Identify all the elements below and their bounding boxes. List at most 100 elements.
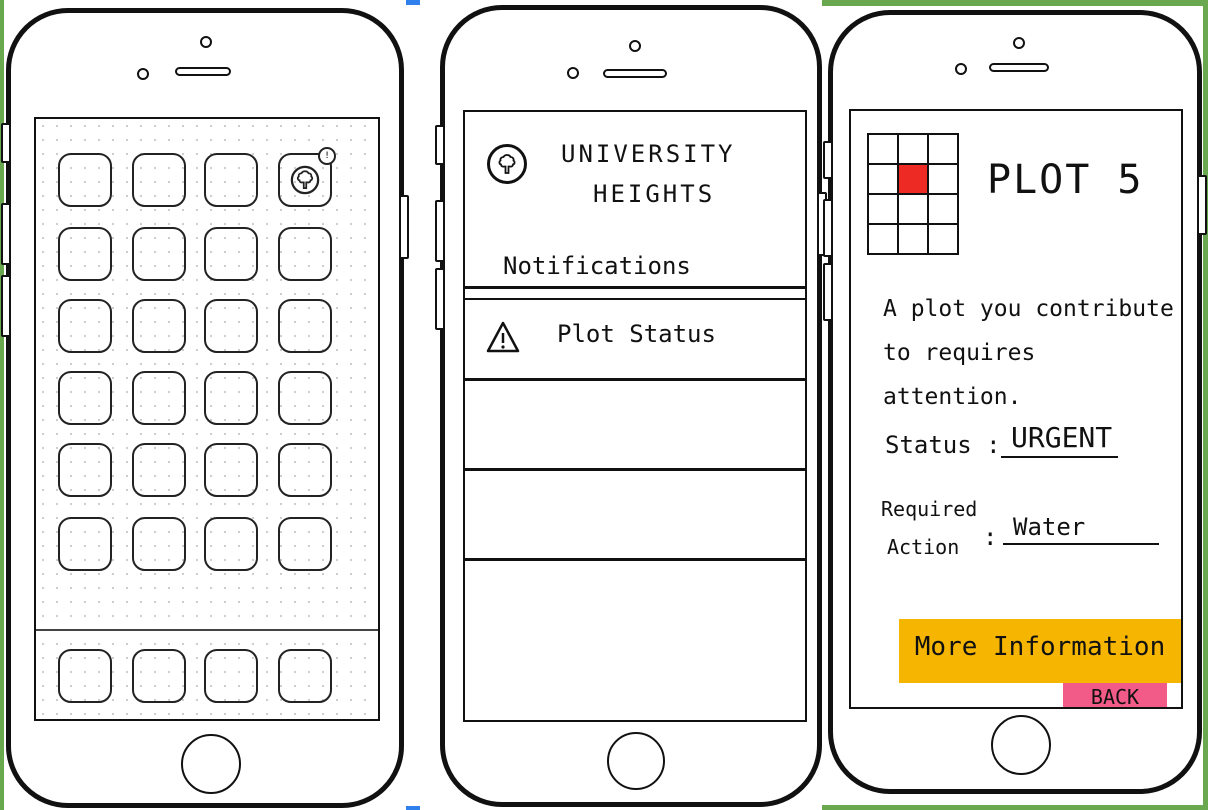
app-icon[interactable]: [58, 371, 112, 425]
plot-title: PLOT 5: [987, 157, 1144, 203]
org-name-line1: UNIVERSITY: [561, 140, 736, 168]
mute-switch[interactable]: [823, 141, 833, 179]
right-frame-band: [1203, 0, 1208, 810]
front-camera: [629, 40, 641, 52]
message-line-1: A plot you contribute: [883, 296, 1174, 322]
power-button[interactable]: [399, 195, 409, 259]
mute-switch[interactable]: [1, 123, 11, 163]
highlighted-plot-cell: [899, 165, 929, 195]
app-icon[interactable]: [132, 443, 186, 497]
divider: [465, 558, 805, 561]
app-icon[interactable]: [132, 299, 186, 353]
plot-detail-screen: PLOT 5 A plot you contribute to requires…: [849, 109, 1183, 709]
proximity-sensor: [137, 68, 149, 80]
home-button[interactable]: [181, 734, 241, 794]
required-action-colon: :: [983, 523, 998, 551]
app-icon[interactable]: [58, 299, 112, 353]
required-action-value: Water: [1003, 513, 1159, 545]
app-icon[interactable]: [204, 299, 258, 353]
earpiece-speaker: [603, 69, 667, 78]
notification-label: Plot Status: [557, 320, 716, 348]
tree-icon: [487, 144, 527, 184]
empty-notification-row: [465, 380, 805, 468]
plot-cell: [869, 225, 899, 255]
app-icon[interactable]: [132, 153, 186, 207]
left-frame-band: [0, 0, 4, 810]
app-icon[interactable]: [58, 443, 112, 497]
warning-triangle-icon: [486, 321, 520, 353]
app-icon[interactable]: [132, 517, 186, 571]
bottom-right-band: [822, 805, 1208, 810]
home-screen: !: [34, 117, 380, 721]
plot-cell: [929, 135, 959, 165]
app-icon[interactable]: [278, 227, 332, 281]
app-icon[interactable]: [278, 517, 332, 571]
bottom-marker: [406, 806, 420, 810]
home-button[interactable]: [991, 715, 1051, 775]
app-icon[interactable]: [58, 227, 112, 281]
empty-notification-row: [465, 470, 805, 558]
volume-down-button[interactable]: [823, 263, 833, 321]
app-icon[interactable]: [278, 443, 332, 497]
plot-cell: [869, 135, 899, 165]
front-camera: [1013, 37, 1025, 49]
mute-switch[interactable]: [435, 125, 445, 165]
app-icon[interactable]: [278, 371, 332, 425]
dock-app-icon[interactable]: [132, 649, 186, 703]
dock-app-icon[interactable]: [204, 649, 258, 703]
university-heights-app-icon[interactable]: !: [278, 147, 336, 207]
back-button[interactable]: BACK: [1063, 683, 1167, 709]
proximity-sensor: [955, 63, 967, 75]
app-icon[interactable]: [58, 153, 112, 207]
app-icon[interactable]: [132, 371, 186, 425]
plot-map[interactable]: [867, 133, 959, 255]
notification-item[interactable]: Plot Status: [465, 300, 805, 382]
required-action-label-2: Action: [887, 535, 960, 559]
app-icon[interactable]: [204, 443, 258, 497]
phone-plot-detail: PLOT 5 A plot you contribute to requires…: [823, 10, 1207, 794]
plot-cell: [899, 195, 929, 225]
plot-cell: [929, 165, 959, 195]
front-camera: [200, 36, 212, 48]
volume-down-button[interactable]: [435, 268, 445, 330]
app-icon[interactable]: [204, 153, 258, 207]
more-information-label: More Information: [914, 632, 1166, 662]
notification-badge: !: [318, 147, 336, 165]
org-name-line2: HEIGHTS: [593, 180, 716, 208]
app-icon[interactable]: [132, 227, 186, 281]
divider: [465, 286, 805, 289]
volume-down-button[interactable]: [1, 275, 11, 337]
app-icon[interactable]: [58, 517, 112, 571]
back-label: BACK: [1090, 685, 1140, 709]
app-icon[interactable]: [204, 227, 258, 281]
plot-cell: [899, 225, 929, 255]
plot-cell: [929, 195, 959, 225]
earpiece-speaker: [175, 67, 231, 76]
volume-up-button[interactable]: [435, 200, 445, 262]
more-information-button[interactable]: More Information: [899, 619, 1181, 683]
proximity-sensor: [567, 67, 579, 79]
section-title: Notifications: [503, 252, 691, 280]
app-icon[interactable]: [204, 517, 258, 571]
plot-cell: [929, 225, 959, 255]
earpiece-speaker: [989, 63, 1049, 72]
volume-up-button[interactable]: [1, 203, 11, 265]
tree-icon: [290, 165, 320, 195]
status-label: Status :: [885, 431, 1001, 459]
top-right-band: [822, 0, 1208, 6]
phone-notifications: UNIVERSITY HEIGHTS Notifications Plot St…: [435, 5, 827, 807]
dock-app-icon[interactable]: [58, 649, 112, 703]
phone-home: !: [1, 8, 409, 808]
plot-cell: [869, 195, 899, 225]
volume-up-button[interactable]: [823, 199, 833, 257]
app-icon[interactable]: [278, 299, 332, 353]
home-button[interactable]: [607, 732, 665, 790]
message-line-2: to requires attention.: [883, 340, 1036, 410]
notifications-screen: UNIVERSITY HEIGHTS Notifications Plot St…: [463, 110, 807, 722]
plot-cell: [869, 165, 899, 195]
power-button[interactable]: [1197, 175, 1207, 235]
dock-app-icon[interactable]: [278, 649, 332, 703]
status-value: URGENT: [1001, 421, 1119, 458]
dock-divider: [36, 629, 378, 631]
app-icon[interactable]: [204, 371, 258, 425]
